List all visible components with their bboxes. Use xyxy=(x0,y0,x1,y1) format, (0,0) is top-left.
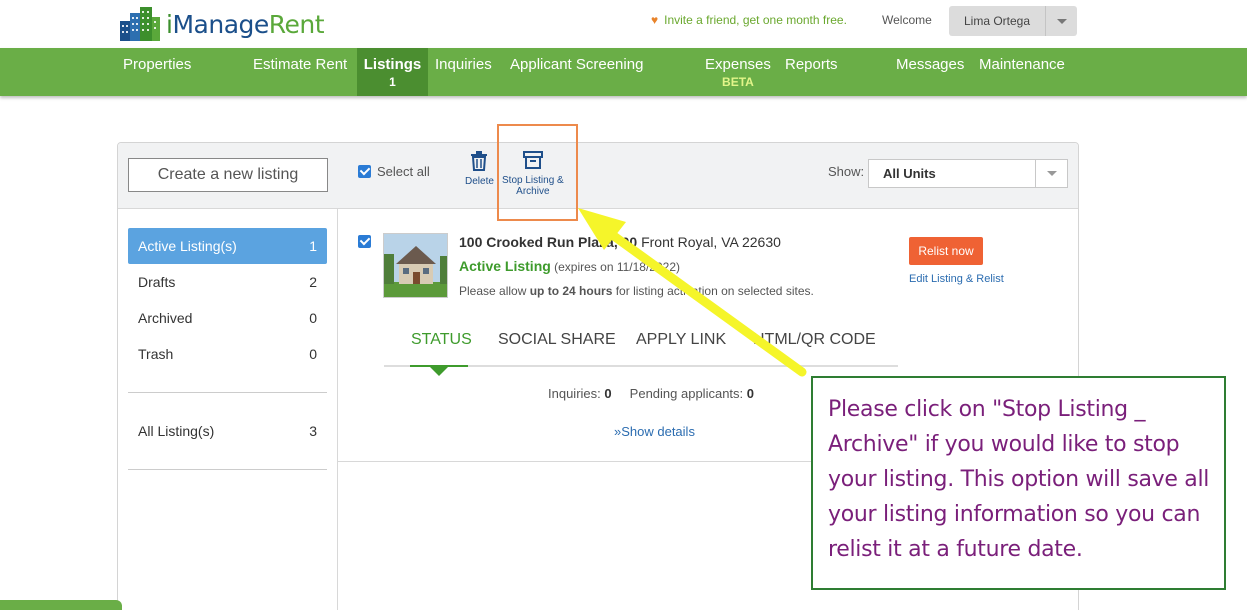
logo[interactable]: iManageRent xyxy=(118,4,325,44)
chevron-down-icon xyxy=(1056,18,1067,24)
sidebar-item-all-listings[interactable]: All Listing(s) 3 xyxy=(128,413,327,449)
property-thumbnail[interactable] xyxy=(383,233,448,298)
stop-archive-highlight-box xyxy=(497,124,578,221)
show-details-link[interactable]: »Show details xyxy=(614,424,695,439)
user-menu-caret[interactable] xyxy=(1045,6,1077,36)
tab-html-qr-code[interactable]: HTML/QR CODE xyxy=(753,331,876,349)
expiry-text: (expires on 11/18/2022) xyxy=(550,260,680,274)
sidebar-item-label: Trash xyxy=(138,346,174,362)
tab-status[interactable]: STATUS xyxy=(411,331,472,349)
sidebar-item-label: All Listing(s) xyxy=(138,423,215,439)
active-tab-notch xyxy=(430,367,448,376)
logo-rent: Rent xyxy=(268,9,325,39)
sidebar-item-count: 2 xyxy=(309,274,317,290)
sidebar-item-drafts[interactable]: Drafts 2 xyxy=(128,264,327,300)
bottom-help-tab[interactable] xyxy=(0,600,122,610)
nav-maintenance[interactable]: Maintenance xyxy=(979,48,1065,96)
address-city: Front Royal, VA 22630 xyxy=(637,234,781,250)
sidebar-item-count: 1 xyxy=(309,238,317,254)
buildings-logo-icon xyxy=(120,7,160,41)
activation-notice: Please allow up to 24 hours for listing … xyxy=(459,284,814,298)
show-filter-label: Show: xyxy=(828,164,865,179)
callout-text: Please click on "Stop Listing _ Archive"… xyxy=(828,397,1210,562)
nav-applicant-screening[interactable]: Applicant Screening xyxy=(510,48,643,96)
nav-label: Maintenance xyxy=(979,56,1065,73)
beta-badge: BETA xyxy=(722,75,754,89)
listing-tabs: STATUS SOCIAL SHARE APPLY LINK HTML/QR C… xyxy=(384,321,898,376)
listing-status: Active Listing (expires on 11/18/2022) xyxy=(459,258,680,274)
sidebar-item-trash[interactable]: Trash 0 xyxy=(128,336,327,372)
units-filter-select[interactable]: All Units xyxy=(868,159,1068,188)
notice-bold: up to 24 hours xyxy=(529,284,613,298)
invite-link[interactable]: ♥ Invite a friend, get one month free. xyxy=(651,13,847,27)
address-street: 100 Crooked Run Plaza, 00 xyxy=(459,234,638,250)
tab-apply-link[interactable]: APPLY LINK xyxy=(636,331,726,349)
tab-social-share[interactable]: SOCIAL SHARE xyxy=(498,331,616,349)
sidebar-divider xyxy=(128,469,327,470)
inquiries-label: Inquiries: xyxy=(548,386,605,401)
relist-now-button[interactable]: Relist now xyxy=(909,237,983,265)
listing-status-sidebar: Active Listing(s) 1 Drafts 2 Archived 0 Tra… xyxy=(118,209,338,610)
chevron-down-icon xyxy=(1046,171,1057,176)
checkbox-checked-icon xyxy=(358,165,371,178)
nav-reports[interactable]: Reports xyxy=(785,48,838,96)
nav-label: Properties xyxy=(123,56,192,73)
create-listing-button[interactable]: Create a new listing xyxy=(128,158,328,192)
edit-listing-relist-link[interactable]: Edit Listing & Relist xyxy=(909,273,1004,285)
nav-listings[interactable]: Listings 1 xyxy=(357,48,428,96)
nav-label: Listings xyxy=(363,56,422,73)
sidebar-item-archived[interactable]: Archived 0 xyxy=(128,300,327,336)
pending-label: Pending applicants: xyxy=(629,386,747,401)
select-all-checkbox[interactable]: Select all xyxy=(358,164,430,179)
notice-pre: Please allow xyxy=(459,284,530,298)
inquiries-count: 0 xyxy=(604,386,612,401)
nav-expenses[interactable]: Expenses BETA xyxy=(705,48,771,96)
sidebar-item-active-listings[interactable]: Active Listing(s) 1 xyxy=(128,228,327,264)
notice-post: for listing activation on selected sites… xyxy=(612,284,814,298)
logo-text: iManageRent xyxy=(166,9,325,39)
nav-label: Inquiries xyxy=(435,56,492,73)
invite-text: Invite a friend, get one month free. xyxy=(664,13,847,27)
sidebar-item-count: 0 xyxy=(309,310,317,326)
nav-label: Expenses xyxy=(705,56,771,73)
delete-label: Delete xyxy=(465,176,494,187)
nav-label: Applicant Screening xyxy=(510,56,644,73)
user-name: Lima Ortega xyxy=(963,14,1031,28)
delete-button[interactable]: Delete xyxy=(465,151,494,187)
user-menu-button[interactable]: Lima Ortega xyxy=(949,6,1077,36)
nav-label: Estimate Rent xyxy=(253,56,348,73)
sidebar-item-label: Drafts xyxy=(138,274,176,290)
nav-label: Messages xyxy=(896,56,965,73)
sidebar-item-count: 0 xyxy=(309,346,317,362)
sidebar-item-label: Active Listing(s) xyxy=(138,238,237,254)
heart-icon: ♥ xyxy=(651,13,659,27)
listing-counts: Inquiries: 0 Pending applicants: 0 xyxy=(548,386,754,401)
nav-label: Reports xyxy=(785,56,838,73)
listing-checkbox[interactable] xyxy=(358,235,371,248)
sidebar-item-count: 3 xyxy=(309,423,317,439)
trash-icon xyxy=(471,151,488,171)
nav-inquiries[interactable]: Inquiries xyxy=(435,48,492,96)
sidebar-item-label: Archived xyxy=(138,310,193,326)
show-details-label: Show details xyxy=(621,424,695,439)
nav-messages[interactable]: Messages xyxy=(896,48,964,96)
select-all-label: Select all xyxy=(377,164,430,179)
listing-address: 100 Crooked Run Plaza, 00 Front Royal, V… xyxy=(459,234,781,250)
logo-manage: Manage xyxy=(172,9,269,39)
house-photo-icon xyxy=(384,234,447,297)
listings-count-badge: 1 xyxy=(389,75,396,89)
instruction-callout: Please click on "Stop Listing _ Archive"… xyxy=(811,376,1226,590)
welcome-label: Welcome xyxy=(882,13,932,27)
sidebar-divider xyxy=(128,392,327,393)
listings-toolbar: Create a new listing Select all Delete S… xyxy=(118,143,1078,209)
status-badge: Active Listing xyxy=(459,258,551,274)
pending-count: 0 xyxy=(746,386,754,401)
nav-estimate-rent[interactable]: Estimate Rent xyxy=(253,48,347,96)
page: iManageRent ♥ Invite a friend, get one m… xyxy=(0,0,1247,610)
nav-properties[interactable]: Properties xyxy=(123,48,191,96)
units-filter-value: All Units xyxy=(883,166,936,181)
main-nav: Properties Estimate Rent Listings 1 Inqui… xyxy=(0,48,1247,96)
units-filter-arrow[interactable] xyxy=(1035,160,1067,187)
